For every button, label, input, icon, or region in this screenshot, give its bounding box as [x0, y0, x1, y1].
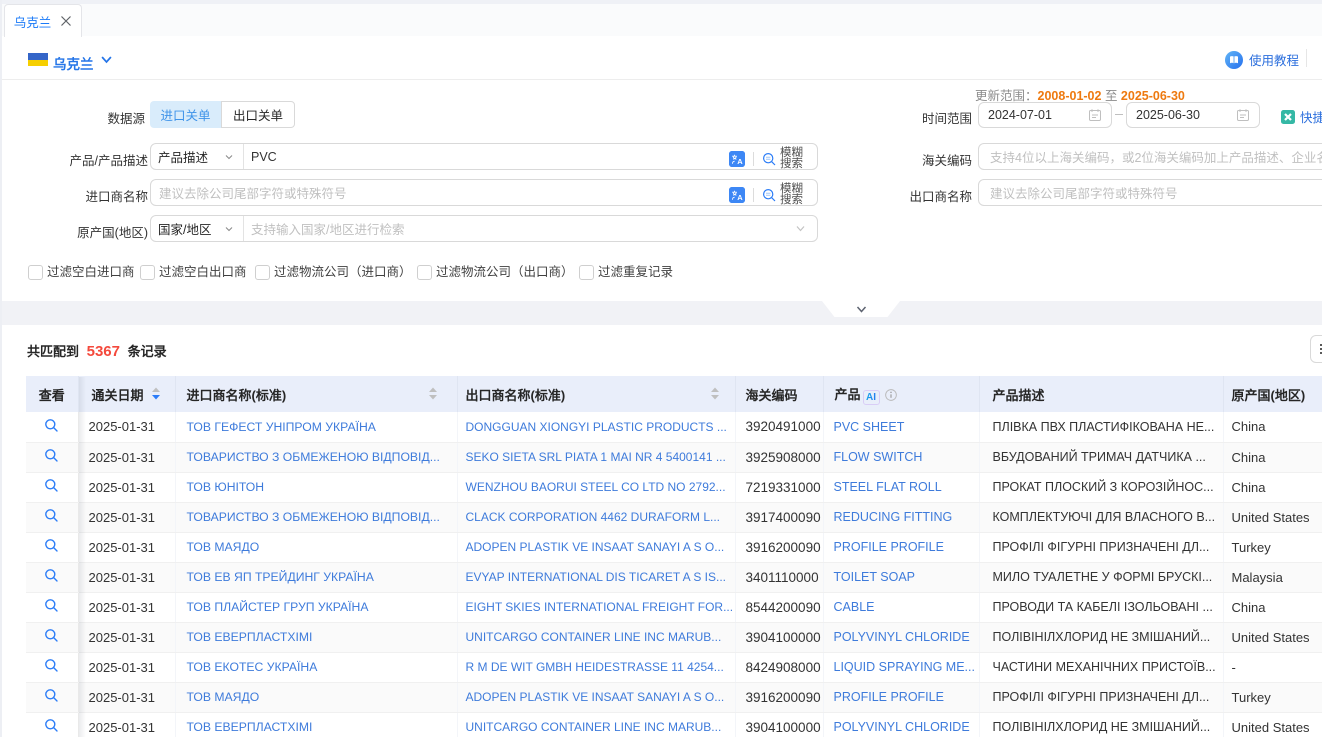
svg-text:A: A	[737, 193, 743, 202]
svg-text:A: A	[737, 157, 743, 166]
